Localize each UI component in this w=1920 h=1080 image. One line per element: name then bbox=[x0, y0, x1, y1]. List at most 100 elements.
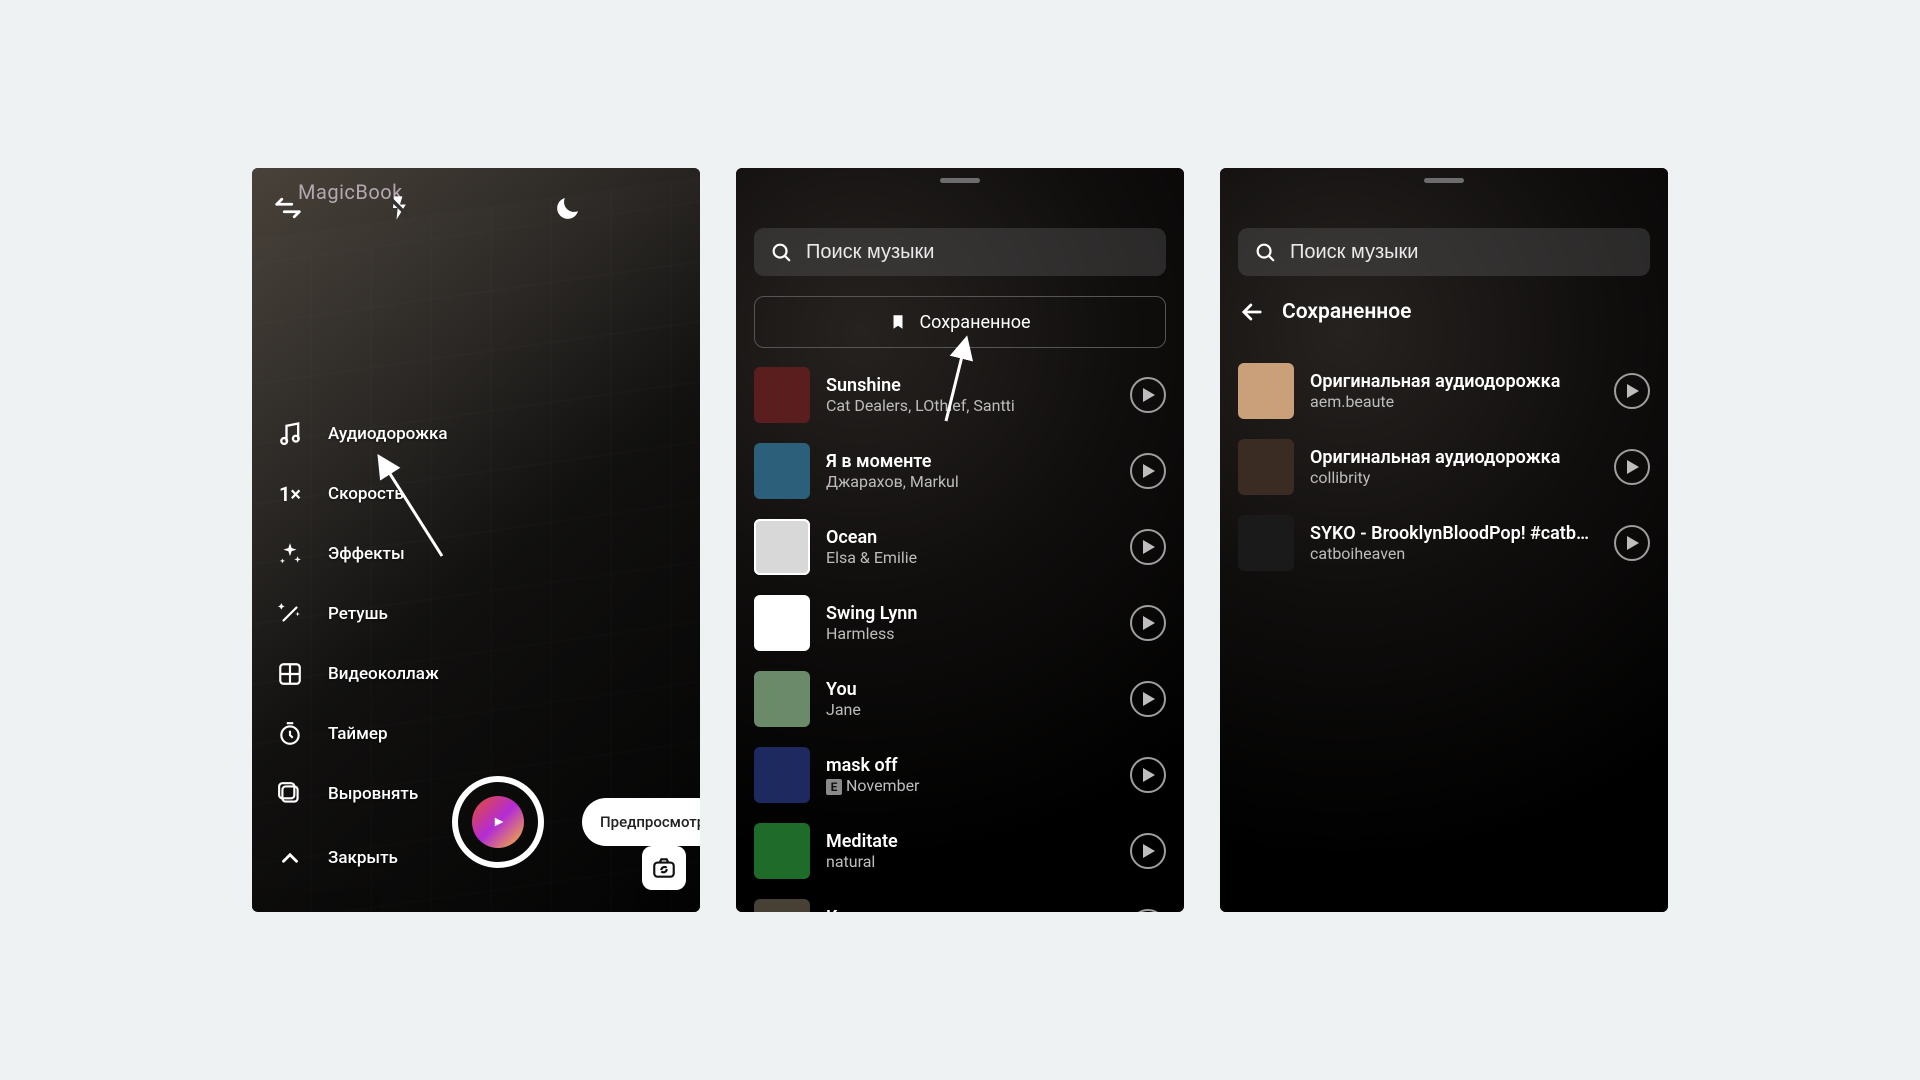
menu-label: Видеоколлаж bbox=[328, 664, 439, 684]
speed-icon: 1× bbox=[274, 478, 306, 510]
track-meta: Swing LynnHarmless bbox=[826, 603, 1114, 643]
album-cover bbox=[754, 595, 810, 651]
search-icon bbox=[1254, 241, 1276, 263]
play-icon bbox=[1143, 388, 1155, 402]
sheet-grabber[interactable] bbox=[1424, 178, 1464, 183]
explicit-badge: E bbox=[826, 779, 842, 795]
track-artist: ENovember bbox=[826, 776, 1114, 795]
album-cover bbox=[754, 747, 810, 803]
search-input[interactable] bbox=[1290, 241, 1634, 264]
track-title: Кончится лето bbox=[826, 907, 1114, 912]
play-icon bbox=[1627, 384, 1639, 398]
track-row[interactable]: YouJane bbox=[754, 664, 1166, 734]
play-button[interactable] bbox=[1130, 909, 1166, 912]
back-button[interactable] bbox=[1238, 298, 1266, 326]
record-button[interactable] bbox=[452, 776, 544, 868]
switch-camera-button[interactable] bbox=[642, 846, 686, 890]
track-artist: aem.beaute bbox=[1310, 392, 1598, 411]
track-title: mask off bbox=[826, 755, 1114, 776]
menu-label: Таймер bbox=[328, 724, 388, 744]
saved-music-list[interactable]: Оригинальная аудиодорожкаaem.beaute Ориги… bbox=[1238, 356, 1650, 912]
menu-timer[interactable]: Таймер bbox=[274, 718, 448, 750]
play-button[interactable] bbox=[1130, 605, 1166, 641]
play-button[interactable] bbox=[1614, 449, 1650, 485]
wand-icon bbox=[274, 598, 306, 630]
timer-icon bbox=[274, 718, 306, 750]
preview-label: Предпросмотр bbox=[600, 813, 700, 831]
menu-label: Выровнять bbox=[328, 784, 418, 804]
play-button[interactable] bbox=[1614, 373, 1650, 409]
track-meta: mask offENovember bbox=[826, 755, 1114, 795]
sparkle-icon bbox=[274, 538, 306, 570]
album-cover bbox=[754, 443, 810, 499]
play-icon bbox=[1143, 692, 1155, 706]
track-row[interactable]: mask offENovember bbox=[754, 740, 1166, 810]
track-row[interactable]: Swing LynnHarmless bbox=[754, 588, 1166, 658]
track-meta: Оригинальная аудиодорожкаaem.beaute bbox=[1310, 371, 1598, 411]
play-icon bbox=[1143, 768, 1155, 782]
track-artist: Harmless bbox=[826, 624, 1114, 643]
menu-video-collage[interactable]: Видеоколлаж bbox=[274, 658, 448, 690]
align-icon bbox=[274, 778, 306, 810]
play-button[interactable] bbox=[1130, 681, 1166, 717]
track-row[interactable]: Я в моментеДжарахов, Markul bbox=[754, 436, 1166, 506]
music-search[interactable] bbox=[1238, 228, 1650, 276]
play-button[interactable] bbox=[1614, 525, 1650, 561]
menu-label: Закрыть bbox=[328, 848, 398, 868]
menu-align[interactable]: Выровнять bbox=[274, 778, 448, 810]
track-row[interactable]: SYKO - BrooklynBloodPop! #catboiheavenca… bbox=[1238, 508, 1650, 578]
track-title: Meditate bbox=[826, 831, 1114, 852]
menu-close[interactable]: Закрыть bbox=[274, 842, 448, 874]
search-icon bbox=[770, 241, 792, 263]
arrow-left-icon bbox=[1238, 298, 1266, 326]
camera-topbar bbox=[252, 186, 700, 230]
track-row[interactable]: OceanElsa & Emilie bbox=[754, 512, 1166, 582]
back-icon[interactable] bbox=[266, 186, 310, 230]
album-cover bbox=[754, 899, 810, 912]
play-icon bbox=[1627, 536, 1639, 550]
track-title: Swing Lynn bbox=[826, 603, 1114, 624]
album-cover bbox=[754, 823, 810, 879]
track-artist: Джарахов, Markul bbox=[826, 472, 1114, 491]
music-icon bbox=[274, 418, 306, 450]
screen-music-list: Сохраненное SunshineCat Dealers, LOthief… bbox=[736, 168, 1184, 912]
track-row[interactable]: Оригинальная аудиодорожкаaem.beaute bbox=[1238, 356, 1650, 426]
play-button[interactable] bbox=[1130, 757, 1166, 793]
play-icon bbox=[1143, 844, 1155, 858]
night-mode-icon[interactable] bbox=[546, 186, 590, 230]
music-list[interactable]: SunshineCat Dealers, LOthief, SanttiЯ в … bbox=[754, 360, 1166, 912]
menu-label: Ретушь bbox=[328, 604, 388, 624]
track-title: Я в моменте bbox=[826, 451, 1114, 472]
sheet-grabber[interactable] bbox=[940, 178, 980, 183]
search-input[interactable] bbox=[806, 241, 1150, 264]
flash-off-icon[interactable] bbox=[378, 186, 422, 230]
music-search[interactable] bbox=[754, 228, 1166, 276]
track-row[interactable]: Кончится летоКино bbox=[754, 892, 1166, 912]
album-cover bbox=[754, 519, 810, 575]
track-meta: Я в моментеДжарахов, Markul bbox=[826, 451, 1114, 491]
track-artist: natural bbox=[826, 852, 1114, 871]
track-artist: collibrity bbox=[1310, 468, 1598, 487]
track-artist: Jane bbox=[826, 700, 1114, 719]
page-title: Сохраненное bbox=[1282, 300, 1411, 324]
play-button[interactable] bbox=[1130, 453, 1166, 489]
track-meta: Meditatenatural bbox=[826, 831, 1114, 871]
track-row[interactable]: Оригинальная аудиодорожкаcollibrity bbox=[1238, 432, 1650, 502]
album-cover bbox=[1238, 363, 1294, 419]
album-cover bbox=[754, 367, 810, 423]
play-icon bbox=[1627, 460, 1639, 474]
camera-flip-icon bbox=[651, 855, 677, 881]
play-button[interactable] bbox=[1130, 529, 1166, 565]
play-icon bbox=[1143, 464, 1155, 478]
track-meta: Оригинальная аудиодорожкаcollibrity bbox=[1310, 447, 1598, 487]
track-title: SYKO - BrooklynBloodPop! #catboiheaven bbox=[1310, 523, 1598, 544]
track-title: Ocean bbox=[826, 527, 1114, 548]
play-button[interactable] bbox=[1130, 377, 1166, 413]
menu-retouch[interactable]: Ретушь bbox=[274, 598, 448, 630]
preview-button[interactable]: Предпросмотр bbox=[582, 798, 700, 846]
screen-camera: MagicBook bbox=[252, 168, 700, 912]
annotation-arrow-2 bbox=[936, 326, 996, 426]
play-button[interactable] bbox=[1130, 833, 1166, 869]
play-icon bbox=[1143, 616, 1155, 630]
track-row[interactable]: Meditatenatural bbox=[754, 816, 1166, 886]
